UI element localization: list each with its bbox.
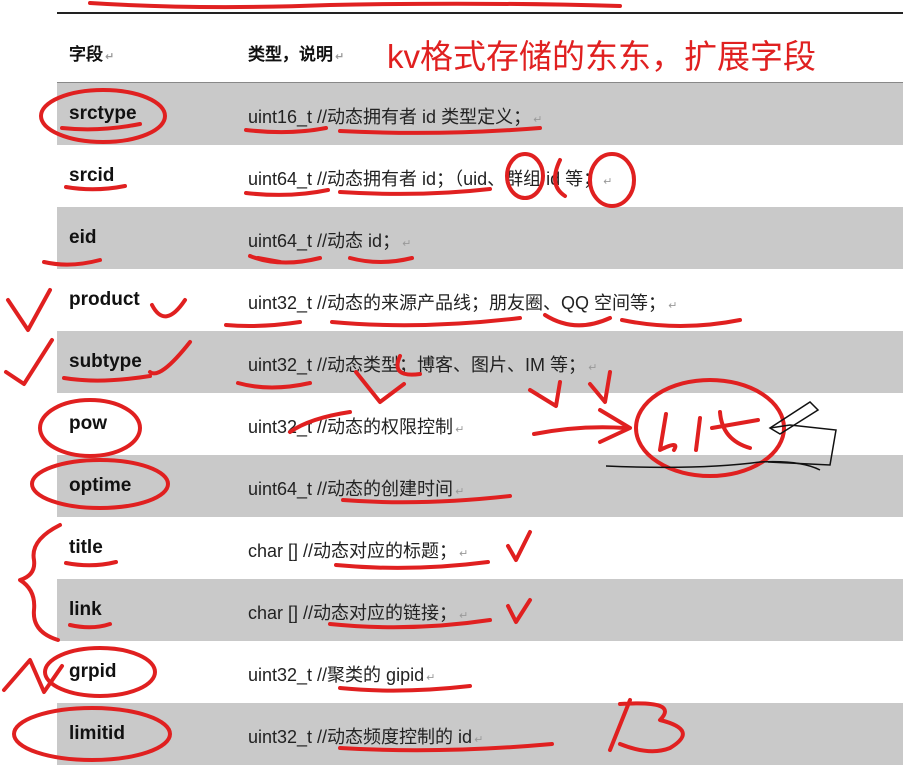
ink-circle-uid [505,152,545,200]
ink-five [608,698,685,754]
ink-circle-srctype [39,88,167,144]
ink-check-product [6,288,52,332]
ink-check-subtype [4,338,54,386]
ink-circle-optime [30,458,170,510]
ink-circle-limitid [12,706,172,762]
ink-annotations [2,1,837,762]
ink-circle-grpid [43,646,157,698]
ink-brace [18,523,62,642]
ink-top-stroke [88,1,622,10]
document-page: 字段 ↵ 类型，说明 ↵ kv格式存储的东东，扩展字段 srctype uint16… [0,0,914,767]
ink-circle-pow [38,398,142,458]
